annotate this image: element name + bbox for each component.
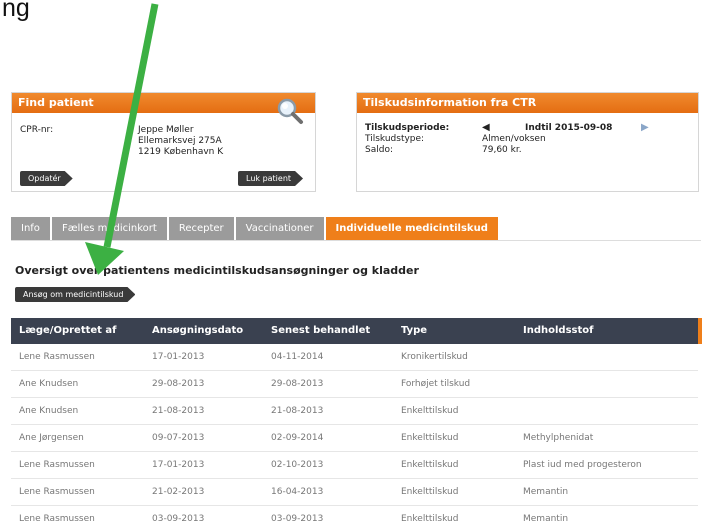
tilskud-info-panel: Tilskudsinformation fra CTR Tilskudsperi… — [356, 92, 699, 192]
cell-last-processed: 03-09-2013 — [271, 514, 324, 524]
type-value: Almen/voksen — [482, 134, 546, 144]
cell-type: Enkelttilskud — [401, 406, 459, 416]
cell-doctor: Lene Rasmussen — [19, 352, 95, 362]
balance-label: Saldo: — [365, 145, 393, 155]
annotation-text-fragment: ng — [2, 0, 30, 22]
cell-doctor: Lene Rasmussen — [19, 460, 95, 470]
table-row[interactable]: Lene Rasmussen 21-02-2013 16-04-2013 Enk… — [11, 479, 698, 506]
cell-doctor: Lene Rasmussen — [19, 514, 95, 524]
table-row[interactable]: Ane Knudsen 29-08-2013 29-08-2013 Forhøj… — [11, 371, 698, 398]
close-patient-button[interactable]: Luk patient — [238, 171, 303, 186]
cell-doctor: Ane Jørgensen — [19, 433, 84, 443]
cell-type: Enkelttilskud — [401, 514, 459, 524]
cpr-label: CPR-nr: — [20, 125, 54, 135]
cell-last-processed: 02-10-2013 — [271, 460, 324, 470]
find-patient-title: Find patient — [12, 93, 315, 113]
table-row[interactable]: Ane Knudsen 21-08-2013 21-08-2013 Enkelt… — [11, 398, 698, 425]
table-row[interactable]: Lene Rasmussen 17-01-2013 02-10-2013 Enk… — [11, 452, 698, 479]
period-label: Tilskudsperiode: — [365, 123, 450, 133]
cell-application-date: 21-02-2013 — [152, 487, 205, 497]
column-header-type[interactable]: Type — [401, 318, 427, 344]
cell-type: Kronikertilskud — [401, 352, 468, 362]
tab-faelles-medicinkort[interactable]: Fælles medicinkort — [51, 217, 169, 241]
triangle-right-icon[interactable]: ▶ — [641, 122, 649, 133]
patient-address-line2: 1219 København K — [138, 147, 224, 157]
tab-recepter[interactable]: Recepter — [168, 217, 236, 241]
section-title: Oversigt over patientens medicintilskuds… — [15, 264, 419, 277]
column-header-application-date[interactable]: Ansøgningsdato — [152, 318, 243, 344]
update-button[interactable]: Opdatér — [20, 171, 73, 186]
cell-substance: Memantin — [523, 487, 569, 497]
table-row[interactable]: Ane Jørgensen 09-07-2013 02-09-2014 Enke… — [11, 425, 698, 452]
cell-application-date: 17-01-2013 — [152, 352, 205, 362]
balance-value: 79,60 kr. — [482, 145, 522, 155]
table-header: Læge/Oprettet af Ansøgningsdato Senest b… — [11, 318, 702, 344]
table-row[interactable]: Lene Rasmussen 17-01-2013 04-11-2014 Kro… — [11, 344, 698, 371]
cell-doctor: Lene Rasmussen — [19, 487, 95, 497]
column-header-last-processed[interactable]: Senest behandlet — [271, 318, 370, 344]
cell-substance: Plast iud med progesteron — [523, 460, 642, 470]
cell-last-processed: 16-04-2013 — [271, 487, 324, 497]
patient-name: Jeppe Møller — [138, 125, 194, 135]
cell-doctor: Ane Knudsen — [19, 379, 79, 389]
column-header-doctor[interactable]: Læge/Oprettet af — [19, 318, 117, 344]
apply-subsidy-button[interactable]: Ansøg om medicintilskud — [15, 287, 135, 302]
cell-last-processed: 04-11-2014 — [271, 352, 324, 362]
cell-last-processed: 21-08-2013 — [271, 406, 324, 416]
tab-info[interactable]: Info — [11, 217, 52, 241]
cell-substance: Methylphenidat — [523, 433, 594, 443]
cell-last-processed: 02-09-2014 — [271, 433, 324, 443]
cell-substance: Memantin — [523, 514, 569, 524]
cell-type: Enkelttilskud — [401, 487, 459, 497]
cell-application-date: 21-08-2013 — [152, 406, 205, 416]
triangle-left-icon[interactable]: ◀ — [482, 122, 490, 133]
find-patient-panel: Find patient CPR-nr: Jeppe Møller Ellema… — [11, 92, 316, 192]
tab-bar: Info Fælles medicinkort Recepter Vaccina… — [11, 217, 500, 241]
magnifier-icon[interactable] — [274, 96, 304, 126]
cell-application-date: 09-07-2013 — [152, 433, 205, 443]
column-header-substance[interactable]: Indholdsstof — [523, 318, 593, 344]
cell-application-date: 03-09-2013 — [152, 514, 205, 524]
cell-application-date: 17-01-2013 — [152, 460, 205, 470]
period-value: Indtil 2015-09-08 — [525, 123, 613, 133]
tab-divider — [11, 240, 701, 241]
table-row[interactable]: Lene Rasmussen 03-09-2013 03-09-2013 Enk… — [11, 506, 698, 532]
cell-doctor: Ane Knudsen — [19, 406, 79, 416]
tilskud-info-title: Tilskudsinformation fra CTR — [357, 93, 698, 113]
tab-vaccinationer[interactable]: Vaccinationer — [235, 217, 326, 241]
cell-type: Enkelttilskud — [401, 460, 459, 470]
cell-type: Enkelttilskud — [401, 433, 459, 443]
cell-type: Forhøjet tilskud — [401, 379, 471, 389]
type-label: Tilskudstype: — [365, 134, 425, 144]
cell-application-date: 29-08-2013 — [152, 379, 205, 389]
cell-last-processed: 29-08-2013 — [271, 379, 324, 389]
tab-individuelle-medicintilskud[interactable]: Individuelle medicintilskud — [325, 217, 500, 241]
patient-address-line1: Ellemarksvej 275A — [138, 136, 222, 146]
